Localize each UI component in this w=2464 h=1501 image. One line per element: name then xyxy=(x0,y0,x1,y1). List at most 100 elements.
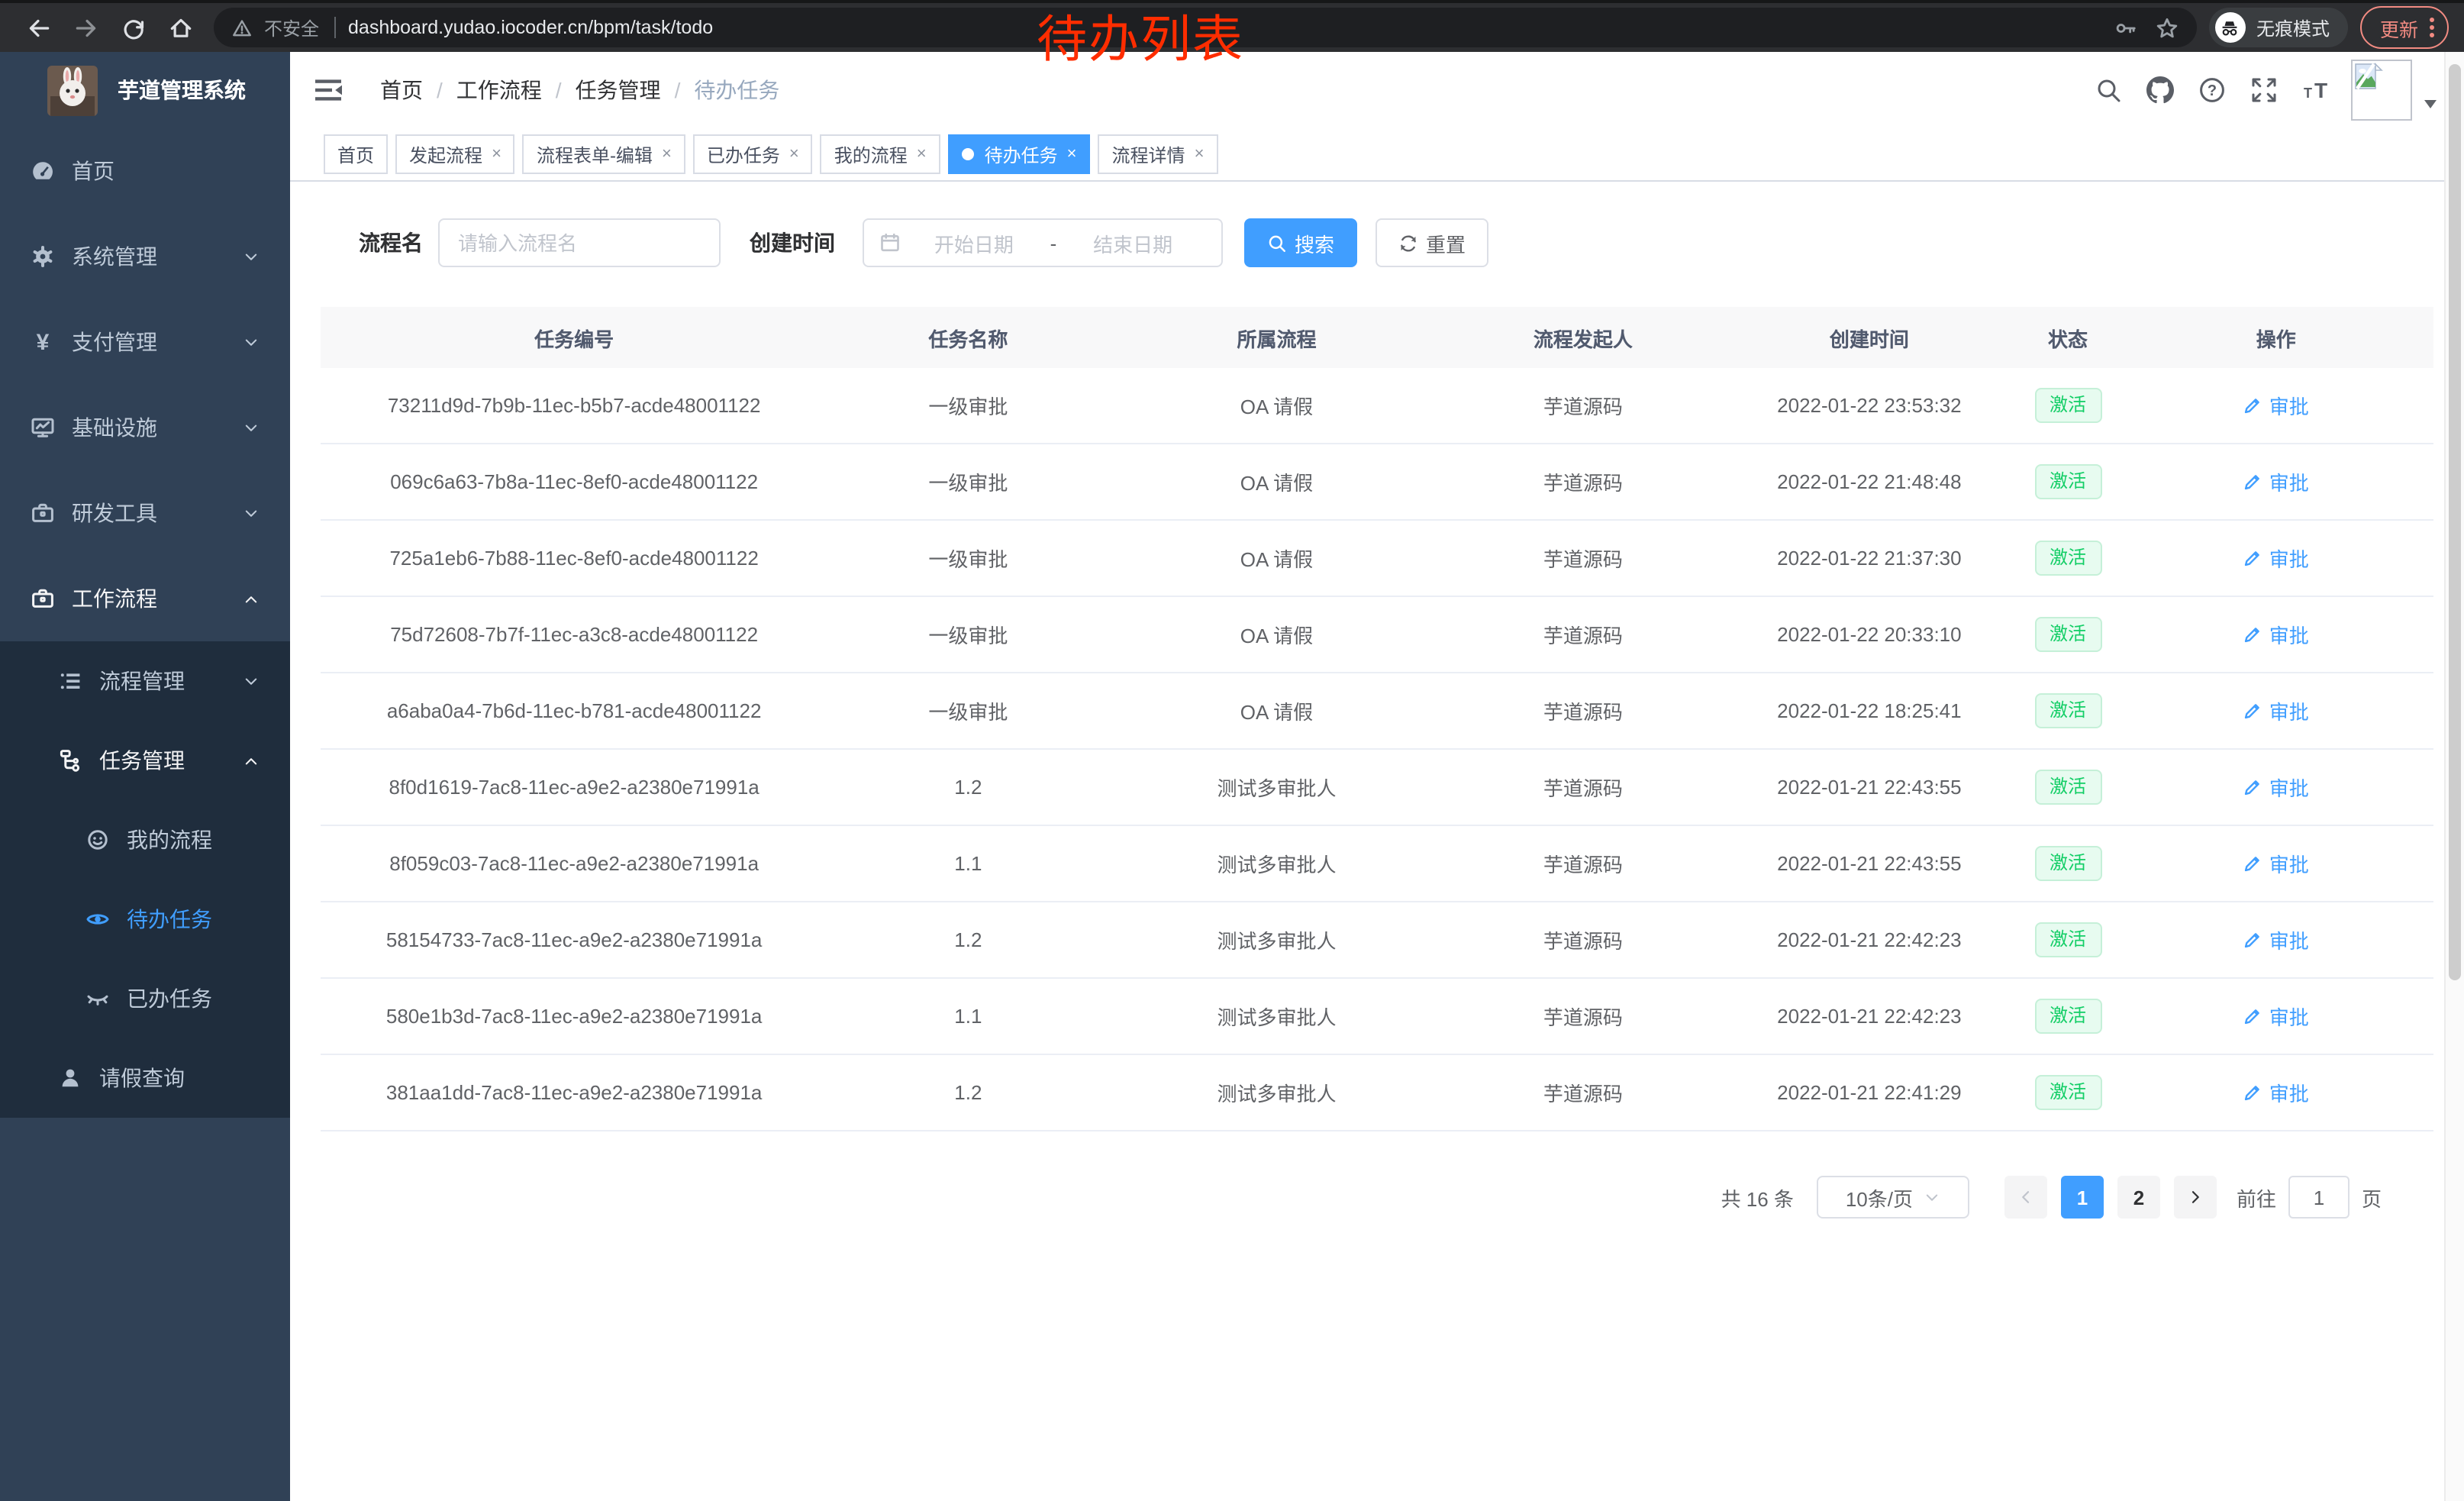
approve-button[interactable]: 审批 xyxy=(2243,620,2309,649)
task-name: 一级审批 xyxy=(827,444,1108,520)
tab-todo-tasks[interactable]: 待办任务 × xyxy=(948,134,1091,174)
column-header-task-id: 任务编号 xyxy=(321,307,827,368)
github-icon[interactable] xyxy=(2146,76,2174,104)
task-process: 测试多审批人 xyxy=(1108,825,1444,902)
bookmark-star-icon[interactable] xyxy=(2156,16,2179,39)
task-id: 58154733-7ac8-11ec-a9e2-a2380e71991a xyxy=(321,902,827,978)
approve-button[interactable]: 审批 xyxy=(2243,467,2309,496)
approve-button[interactable]: 审批 xyxy=(2243,391,2309,420)
chevron-down-icon xyxy=(243,248,260,265)
task-process: 测试多审批人 xyxy=(1108,902,1444,978)
sidebar-item-home[interactable]: 首页 xyxy=(0,128,290,214)
tab-process-detail[interactable]: 流程详情 × xyxy=(1098,134,1218,174)
page-number-2[interactable]: 2 xyxy=(2117,1176,2160,1219)
chrome-update-button[interactable]: 更新 xyxy=(2360,6,2449,49)
approve-button[interactable]: 审批 xyxy=(2243,849,2309,878)
chevron-down-icon xyxy=(243,334,260,350)
forward-icon[interactable] xyxy=(73,15,99,40)
sidebar-collapse-icon[interactable] xyxy=(313,75,343,105)
breadcrumb-task-mgmt[interactable]: 任务管理 xyxy=(576,75,661,105)
sidebar-item-process-mgmt[interactable]: 流程管理 xyxy=(0,641,290,721)
caret-down-icon[interactable] xyxy=(2421,95,2440,113)
table-row: a6aba0a4-7b6d-11ec-b781-acde48001122 一级审… xyxy=(321,673,2433,749)
breadcrumb-workflow[interactable]: 工作流程 xyxy=(456,75,542,105)
column-header-actions: 操作 xyxy=(2118,307,2433,368)
approve-button[interactable]: 审批 xyxy=(2243,925,2309,954)
approve-button[interactable]: 审批 xyxy=(2243,1002,2309,1031)
avatar[interactable] xyxy=(2351,60,2412,121)
sidebar-item-todo-tasks[interactable]: 待办任务 xyxy=(0,880,290,959)
sidebar-item-done-tasks[interactable]: 已办任务 xyxy=(0,959,290,1038)
search-icon[interactable] xyxy=(2095,76,2122,104)
table-row: 725a1eb6-7b88-11ec-8ef0-acde48001122 一级审… xyxy=(321,520,2433,596)
approve-button[interactable]: 审批 xyxy=(2243,696,2309,725)
sidebar-item-infra[interactable]: 基础设施 xyxy=(0,385,290,470)
scrollbar[interactable] xyxy=(2444,52,2464,1501)
reload-icon[interactable] xyxy=(121,15,147,40)
app-title: 芋道管理系统 xyxy=(118,75,246,105)
breadcrumb-home[interactable]: 首页 xyxy=(380,75,423,105)
task-process: 测试多审批人 xyxy=(1108,749,1444,825)
sidebar-item-workflow[interactable]: 工作流程 xyxy=(0,556,290,641)
sidebar-item-leave-query[interactable]: 请假查询 xyxy=(0,1038,290,1118)
approve-button[interactable]: 审批 xyxy=(2243,1078,2309,1107)
reset-button[interactable]: 重置 xyxy=(1376,218,1488,267)
fullscreen-icon[interactable] xyxy=(2250,76,2278,104)
sidebar-item-system[interactable]: 系统管理 xyxy=(0,214,290,299)
help-icon[interactable]: ? xyxy=(2198,76,2226,104)
close-icon[interactable]: × xyxy=(492,146,502,163)
approve-label: 审批 xyxy=(2269,696,2309,725)
close-icon[interactable]: × xyxy=(1195,146,1205,163)
sidebar-item-my-process[interactable]: 我的流程 xyxy=(0,800,290,880)
task-id: a6aba0a4-7b6d-11ec-b781-acde48001122 xyxy=(321,673,827,749)
chevron-down-icon xyxy=(243,505,260,521)
tab-label: 流程详情 xyxy=(1112,141,1185,167)
close-icon[interactable]: × xyxy=(1067,146,1077,163)
back-icon[interactable] xyxy=(26,15,52,40)
sidebar-item-label: 支付管理 xyxy=(72,327,157,357)
page-number-1[interactable]: 1 xyxy=(2061,1176,2104,1219)
sidebar-logo-row[interactable]: 芋道管理系统 xyxy=(0,52,290,128)
menu-dots-icon[interactable] xyxy=(2429,15,2435,40)
date-range-picker[interactable]: 开始日期 - 结束日期 xyxy=(863,218,1223,267)
page-size-select[interactable]: 10条/页 xyxy=(1817,1176,1969,1219)
close-icon[interactable]: × xyxy=(917,146,927,163)
active-tab-dot xyxy=(962,148,974,160)
tab-process-form-edit[interactable]: 流程表单-编辑 × xyxy=(523,134,685,174)
table-header-row: 任务编号 任务名称 所属流程 流程发起人 创建时间 状态 操作 xyxy=(321,307,2433,368)
url-separator xyxy=(334,17,336,38)
tab-home[interactable]: 首页 xyxy=(324,134,388,174)
workflow-submenu: 流程管理 任务管理 我的流程 待办任务 已办任务 请假 xyxy=(0,641,290,1118)
task-id: 75d72608-7b7f-11ec-a3c8-acde48001122 xyxy=(321,596,827,673)
task-time: 2022-01-21 22:42:23 xyxy=(1721,902,2017,978)
gear-icon xyxy=(31,244,55,269)
close-icon[interactable]: × xyxy=(662,146,672,163)
task-name: 1.1 xyxy=(827,825,1108,902)
next-page-button[interactable] xyxy=(2174,1176,2217,1219)
status-badge: 激活 xyxy=(2034,770,2101,805)
tab-label: 流程表单-编辑 xyxy=(537,141,653,167)
table-row: 381aa1dd-7ac8-11ec-a9e2-a2380e71991a 1.2… xyxy=(321,1054,2433,1131)
password-key-icon[interactable] xyxy=(2114,16,2137,39)
home-icon[interactable] xyxy=(168,15,194,40)
approve-button[interactable]: 审批 xyxy=(2243,773,2309,802)
sidebar-item-task-mgmt[interactable]: 任务管理 xyxy=(0,721,290,800)
approve-button[interactable]: 审批 xyxy=(2243,544,2309,573)
tab-done-tasks[interactable]: 已办任务 × xyxy=(693,134,813,174)
task-time: 2022-01-22 21:48:48 xyxy=(1721,444,2017,520)
process-name-input[interactable] xyxy=(438,218,721,267)
task-time: 2022-01-22 18:25:41 xyxy=(1721,673,2017,749)
font-size-icon[interactable]: TT xyxy=(2302,76,2330,104)
approve-label: 审批 xyxy=(2269,544,2309,573)
tab-start-process[interactable]: 发起流程 × xyxy=(395,134,515,174)
sidebar-item-devtools[interactable]: 研发工具 xyxy=(0,470,290,556)
sidebar-item-payment[interactable]: ¥ 支付管理 xyxy=(0,299,290,385)
close-icon[interactable]: × xyxy=(789,146,799,163)
task-starter: 芋道源码 xyxy=(1445,444,1722,520)
scrollbar-thumb[interactable] xyxy=(2449,64,2461,980)
goto-page-input[interactable] xyxy=(2288,1176,2350,1219)
search-button[interactable]: 搜索 xyxy=(1244,218,1357,267)
tab-my-process[interactable]: 我的流程 × xyxy=(821,134,940,174)
prev-page-button[interactable] xyxy=(2004,1176,2047,1219)
face-icon xyxy=(85,828,110,852)
